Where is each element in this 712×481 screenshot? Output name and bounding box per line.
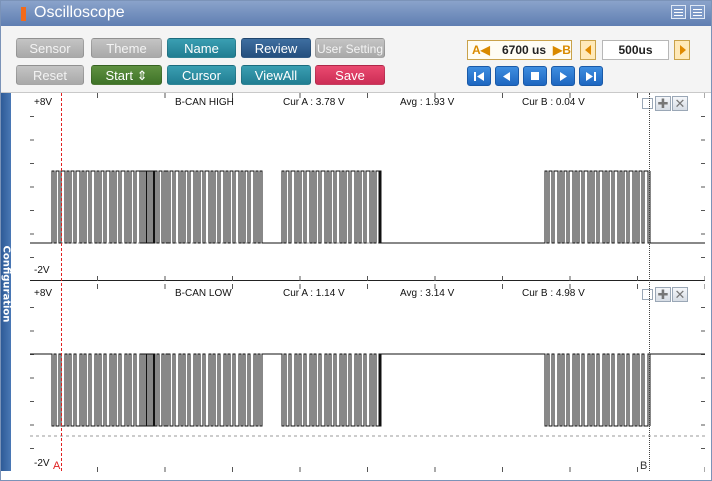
prev-icon [503, 72, 510, 81]
name-button[interactable]: Name [167, 38, 236, 58]
first-icon [474, 72, 484, 81]
window-list-icon[interactable] [690, 5, 705, 19]
viewall-button[interactable]: ViewAll [241, 65, 311, 85]
next-icon [560, 72, 567, 81]
cursor-b-label: B [640, 460, 648, 472]
stop-icon [531, 72, 539, 80]
first-frame-button[interactable] [467, 66, 491, 86]
cursor-time-display[interactable]: A◀ 6700 us ▶B [467, 40, 572, 60]
review-button[interactable]: Review [241, 38, 311, 58]
title-bar: Oscilloscope [1, 1, 711, 26]
last-icon [586, 72, 596, 81]
scale-decrease-button[interactable] [580, 40, 596, 60]
window-menu-icon[interactable] [671, 5, 686, 19]
channel-panel-2[interactable]: +8V B-CAN LOW Cur A : 1.14 V Avg : 3.14 … [30, 284, 705, 472]
reset-button[interactable]: Reset [16, 65, 84, 85]
theme-button[interactable]: Theme [91, 38, 162, 58]
prev-frame-button[interactable] [495, 66, 519, 86]
configuration-tab-label: Configuration [0, 245, 12, 323]
cursor-b-marker: ▶B [553, 43, 571, 57]
sensor-button[interactable]: Sensor [16, 38, 84, 58]
user-setting-button[interactable]: User Setting [315, 38, 385, 58]
cursor-a-line[interactable] [61, 93, 62, 471]
title-accent [21, 7, 26, 21]
toolbar: Sensor Theme Name Review User Setting Re… [1, 26, 711, 93]
ch1-waveform [30, 93, 705, 281]
cursor-button[interactable]: Cursor [167, 65, 236, 85]
stop-button[interactable] [523, 66, 547, 86]
scale-increase-button[interactable] [674, 40, 690, 60]
oscilloscope-window: Oscilloscope Sensor Theme Name Review Us… [0, 0, 712, 481]
window-title: Oscilloscope [34, 4, 125, 21]
right-arrow-icon [680, 45, 686, 55]
cursor-b-line[interactable] [649, 93, 650, 471]
last-frame-button[interactable] [579, 66, 603, 86]
save-button[interactable]: Save [315, 65, 385, 85]
configuration-tab[interactable]: Configuration [0, 93, 12, 471]
time-scale-display[interactable]: 500us [602, 40, 669, 60]
cursor-time-value: 6700 us [502, 43, 547, 57]
ch2-waveform [30, 284, 705, 472]
cursor-a-label: A [53, 460, 61, 472]
channel-panel-1[interactable]: +8V B-CAN HIGH Cur A : 3.78 V Avg : 1.93… [30, 93, 705, 281]
left-arrow-icon [585, 45, 591, 55]
next-frame-button[interactable] [551, 66, 575, 86]
cursor-a-marker: A◀ [472, 43, 490, 57]
start-button[interactable]: Start ⇕ [91, 65, 162, 85]
